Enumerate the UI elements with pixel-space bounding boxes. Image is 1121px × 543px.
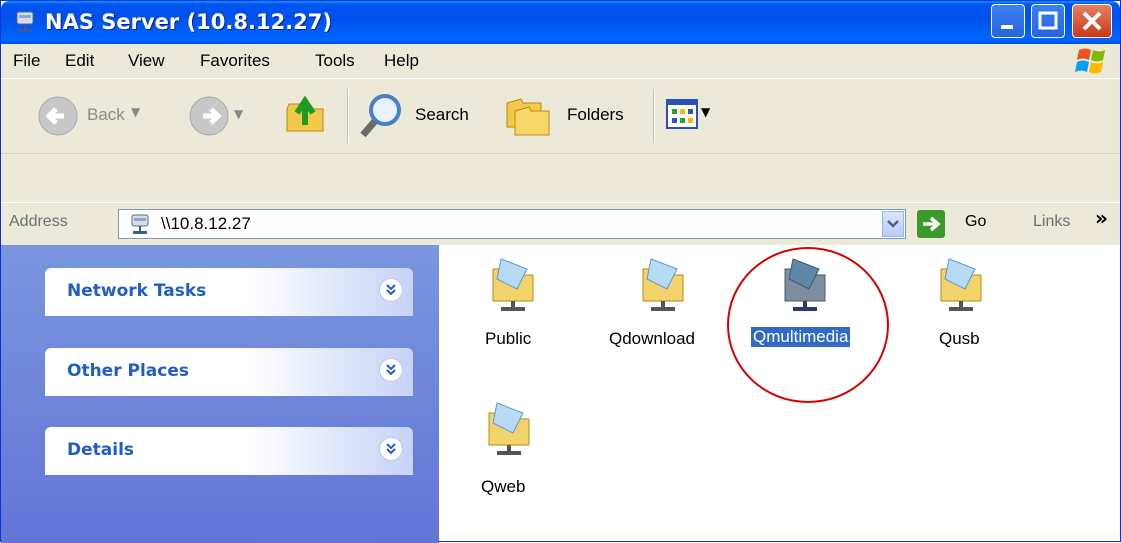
folders-button[interactable]: Folders [501,91,641,141]
share-item-qweb[interactable]: Qweb [479,399,549,499]
forward-arrow-icon [189,96,229,136]
back-label: Back [87,105,125,124]
views-dropdown-icon[interactable]: ▼ [701,105,710,119]
menu-help[interactable]: Help [384,44,419,78]
address-input[interactable]: \\10.8.12.27 [118,209,906,239]
network-drive-icon [131,214,149,234]
menu-tools[interactable]: Tools [315,44,355,78]
expand-chevron-icon[interactable] [379,278,403,302]
links-more-icon[interactable]: » [1095,206,1108,230]
address-value: \\10.8.12.27 [161,214,251,233]
maximize-icon [1038,11,1058,30]
folders-icon [506,98,550,136]
share-label: Public [485,329,532,348]
close-button[interactable] [1072,4,1112,38]
task-pane: Network Tasks Other Places Details [1,245,439,543]
address-label: Address [9,213,68,230]
title-bar[interactable]: NAS Server (10.8.12.27) [1,1,1120,44]
panel-details[interactable]: Details [45,427,413,475]
window-title: NAS Server (10.8.12.27) [45,10,332,34]
close-icon [1082,11,1102,31]
shared-folder-icon [642,258,684,311]
search-button[interactable]: Search [357,91,487,141]
panel-title: Other Places [67,361,189,381]
forward-dropdown-icon[interactable]: ▼ [234,107,243,121]
address-dropdown-button[interactable] [882,211,904,237]
menu-view[interactable]: View [128,44,165,78]
chevron-down-icon [887,220,899,228]
search-label: Search [415,105,469,124]
share-label: Qweb [481,477,526,496]
shared-folder-icon [488,402,530,455]
menu-edit[interactable]: Edit [65,44,94,78]
address-bar: Address \\10.8.12.27 Go Links » [1,202,1120,246]
highlight-circle-annotation [727,247,889,403]
panel-network-tasks[interactable]: Network Tasks [45,268,413,316]
share-item-qusb[interactable]: Qusb [931,255,1001,355]
folders-label: Folders [567,105,624,124]
go-label[interactable]: Go [965,213,986,231]
go-button[interactable] [917,210,945,238]
maximize-button[interactable] [1031,4,1065,38]
go-arrow-icon [923,216,941,232]
windows-logo-icon [1075,48,1105,74]
share-label: Qusb [939,329,980,348]
views-button[interactable]: ▼ [665,97,715,137]
network-drive-icon [16,11,34,32]
expand-chevron-icon[interactable] [379,358,403,382]
menu-favorites[interactable]: Favorites [200,44,270,78]
menu-file[interactable]: File [13,44,40,78]
panel-title: Details [67,440,135,460]
minimize-icon [1001,25,1013,29]
shared-folder-icon [492,258,534,311]
toolbar: Back ▼ ▼ Search Folders ▼ [1,79,1120,203]
search-icon [360,94,401,138]
panel-other-places[interactable]: Other Places [45,348,413,396]
share-label: Qdownload [609,329,696,348]
views-icon [666,99,698,129]
back-button[interactable]: Back ▼ [33,91,153,141]
links-label[interactable]: Links [1033,213,1070,231]
forward-button[interactable]: ▼ [184,91,254,141]
expand-chevron-icon[interactable] [379,437,403,461]
share-item-public[interactable]: Public [481,255,561,355]
minimize-button[interactable] [991,4,1025,38]
share-item-qdownload[interactable]: Qdownload [607,255,727,355]
panel-title: Network Tasks [67,281,207,301]
menu-bar: File Edit View Favorites Tools Help [1,44,1120,79]
back-dropdown-icon[interactable]: ▼ [131,105,140,119]
back-arrow-icon [38,96,78,136]
up-folder-button[interactable] [283,91,333,141]
shared-folder-icon [940,258,982,311]
up-folder-icon [286,95,324,132]
explorer-window: NAS Server (10.8.12.27) File Edit View F… [0,0,1121,543]
